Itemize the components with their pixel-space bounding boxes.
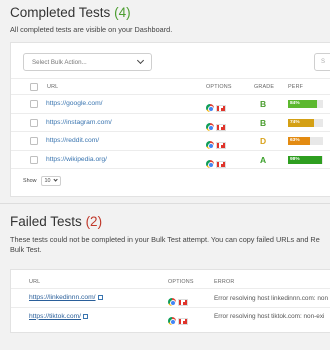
- show-label: Show: [23, 178, 37, 184]
- perf-bar-fill: 84%: [288, 100, 318, 108]
- perf-bar: 84%: [288, 100, 323, 108]
- col-url: URL: [29, 279, 41, 285]
- row-checkbox[interactable]: [30, 137, 38, 145]
- chrome-icon: [206, 122, 214, 131]
- completed-title-text: Completed Tests: [10, 5, 111, 20]
- completed-tests-card: Select Bulk Action... S URL OPTIONS GRAD…: [10, 42, 330, 197]
- page-size-select[interactable]: 10: [40, 176, 61, 186]
- row-checkbox[interactable]: [30, 118, 38, 127]
- col-error: ERROR: [214, 279, 235, 285]
- failed-url: https://tiktok.com/: [29, 313, 89, 320]
- failed-url: https://linkedinnn.com/: [29, 294, 103, 301]
- col-url: URL: [47, 84, 59, 90]
- perf-bar-fill: 74%: [288, 118, 314, 127]
- row-checkbox[interactable]: [30, 155, 38, 164]
- canada-flag-icon: [216, 142, 226, 149]
- row-url-link[interactable]: https://wikipedia.org/: [46, 156, 107, 163]
- perf-bar-fill: 63%: [288, 137, 311, 145]
- chevron-down-icon: [136, 56, 145, 65]
- bulk-action-select[interactable]: Select Bulk Action...: [23, 53, 152, 71]
- canada-flag-icon: [216, 123, 226, 131]
- failed-description-line1: These tests could not be completed in yo…: [10, 235, 320, 244]
- failed-description-line2: Bulk Test.: [10, 244, 42, 254]
- bulk-action-placeholder: Select Bulk Action...: [32, 58, 87, 66]
- completed-description: All completed tests are visible on your …: [10, 25, 173, 34]
- error-message: Error resolving host linkedinnn.com: non: [214, 294, 329, 302]
- chrome-icon: [206, 159, 214, 168]
- grade-badge: D: [260, 136, 267, 146]
- row-url-link[interactable]: https://google.com/: [46, 100, 103, 107]
- perf-bar: 74%: [288, 118, 323, 127]
- external-link-icon[interactable]: [83, 313, 89, 319]
- external-link-icon[interactable]: [97, 295, 103, 300]
- completed-count: (4): [114, 5, 131, 20]
- page-size-value: 10: [44, 178, 51, 184]
- perf-bar-fill: 98%: [288, 155, 323, 164]
- canada-flag-icon: [216, 160, 226, 168]
- grade-badge: A: [260, 154, 267, 165]
- row-divider: [11, 168, 330, 169]
- row-checkbox[interactable]: [30, 100, 38, 108]
- canada-flag-icon: [178, 299, 188, 306]
- row-options: [206, 155, 226, 173]
- table-row: https://reddit.com/ D 63%: [11, 131, 330, 150]
- failed-tests-card: URL OPTIONS ERROR https://linkedinnn.com…: [10, 269, 330, 333]
- table-row: https://google.com/ B 84%: [11, 94, 330, 113]
- col-options: OPTIONS: [206, 84, 232, 90]
- chrome-icon: [168, 298, 176, 306]
- failed-count: (2): [85, 214, 103, 229]
- chrome-icon: [206, 141, 214, 149]
- canada-flag-icon: [178, 317, 188, 325]
- failed-tests-title: Failed Tests (2): [10, 214, 102, 229]
- table-row: https://tiktok.com/ Error resolving host…: [11, 306, 330, 326]
- table-row: https://instagram.com/ B 74%: [11, 112, 330, 132]
- search-placeholder: S: [321, 59, 326, 65]
- row-url-link[interactable]: https://instagram.com/: [46, 119, 112, 126]
- chrome-icon: [206, 104, 214, 112]
- search-input[interactable]: S: [314, 53, 330, 71]
- chevron-down-icon: [52, 177, 58, 183]
- select-all-checkbox[interactable]: [30, 83, 38, 91]
- section-divider: [0, 203, 330, 204]
- failed-description: These tests could not be completed in yo…: [10, 235, 320, 254]
- col-perf: PERF: [288, 84, 304, 90]
- perf-bar: 63%: [288, 137, 323, 145]
- table-row: https://wikipedia.org/ A 98%: [11, 149, 330, 169]
- row-options: [168, 312, 188, 330]
- grade-badge: B: [260, 117, 267, 128]
- row-url-link[interactable]: https://reddit.com/: [46, 137, 99, 144]
- completed-table-header: URL OPTIONS GRADE PERF: [11, 78, 330, 94]
- canada-flag-icon: [216, 105, 226, 112]
- grade-badge: B: [260, 99, 267, 109]
- completed-tests-title: Completed Tests (4): [10, 5, 131, 20]
- error-message: Error resolving host tiktok.com: non-exi: [214, 313, 325, 320]
- chrome-icon: [168, 316, 176, 325]
- row-url-link[interactable]: https://tiktok.com/: [29, 313, 81, 320]
- table-row: https://linkedinnn.com/ Error resolving …: [11, 288, 330, 307]
- show-entries: Show 10: [23, 176, 61, 186]
- failed-title-text: Failed Tests: [10, 214, 82, 229]
- perf-bar: 98%: [288, 155, 323, 164]
- col-options: OPTIONS: [168, 279, 194, 285]
- col-grade: GRADE: [254, 84, 275, 90]
- row-url-link[interactable]: https://linkedinnn.com/: [29, 294, 96, 301]
